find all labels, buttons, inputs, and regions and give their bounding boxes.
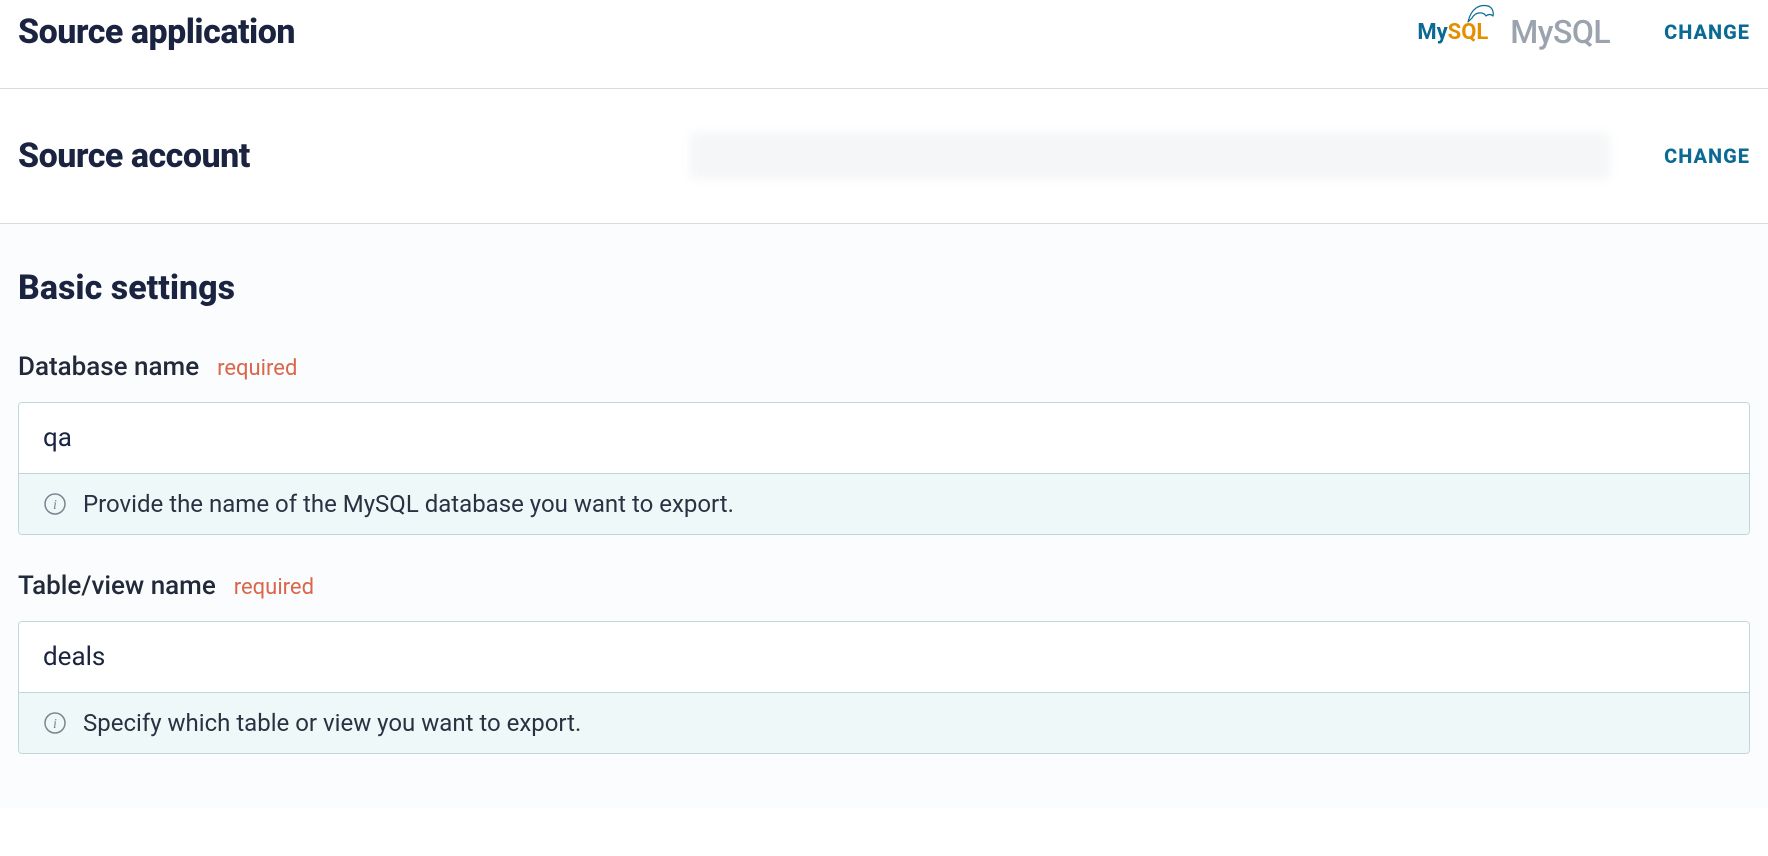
database-name-required-tag: required — [217, 356, 297, 381]
database-name-label-row: Database name required — [18, 352, 1750, 382]
source-application-right: MySQL MySQL CHANGE — [1417, 13, 1750, 51]
table-name-input[interactable] — [19, 622, 1749, 692]
basic-settings-section: Basic settings Database name required i … — [0, 224, 1768, 808]
source-account-value-redacted — [690, 133, 1610, 179]
database-name-help: i Provide the name of the MySQL database… — [19, 473, 1749, 534]
mysql-logo-icon: MySQL — [1417, 20, 1492, 45]
table-name-label: Table/view name — [18, 571, 216, 601]
info-icon: i — [43, 492, 67, 516]
svg-text:i: i — [53, 498, 57, 513]
database-name-box: i Provide the name of the MySQL database… — [18, 402, 1750, 535]
database-name-input[interactable] — [19, 403, 1749, 473]
table-name-box: i Specify which table or view you want t… — [18, 621, 1750, 754]
database-name-help-text: Provide the name of the MySQL database y… — [83, 490, 734, 518]
table-name-field: Table/view name required i Specify which… — [18, 571, 1750, 754]
source-account-row: Source account CHANGE — [0, 89, 1768, 224]
mysql-logo-my: My — [1417, 20, 1447, 45]
table-name-help: i Specify which table or view you want t… — [19, 692, 1749, 753]
source-account-heading: Source account — [18, 136, 250, 176]
source-account-right: CHANGE — [690, 133, 1750, 179]
change-source-application-button[interactable]: CHANGE — [1628, 20, 1750, 44]
database-name-label: Database name — [18, 352, 199, 382]
basic-settings-heading: Basic settings — [18, 268, 1750, 308]
dolphin-icon — [1466, 2, 1496, 24]
svg-text:i: i — [53, 717, 57, 732]
table-name-label-row: Table/view name required — [18, 571, 1750, 601]
source-application-heading: Source application — [18, 12, 295, 52]
source-application-row: Source application MySQL MySQL CHANGE — [0, 0, 1768, 89]
info-icon: i — [43, 711, 67, 735]
table-name-help-text: Specify which table or view you want to … — [83, 709, 581, 737]
change-source-account-button[interactable]: CHANGE — [1628, 144, 1750, 168]
database-name-field: Database name required i Provide the nam… — [18, 352, 1750, 535]
table-name-required-tag: required — [234, 575, 314, 600]
source-application-name: MySQL — [1510, 13, 1610, 51]
